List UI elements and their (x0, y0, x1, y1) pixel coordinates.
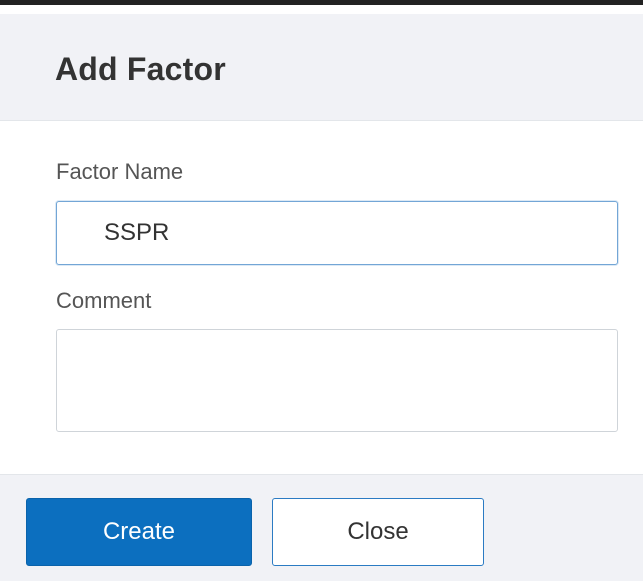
close-button[interactable]: Close (272, 498, 484, 566)
dialog-body: Factor Name Comment (0, 121, 643, 473)
create-button[interactable]: Create (26, 498, 252, 566)
factor-name-label: Factor Name (56, 159, 184, 184)
window-top-edge (0, 0, 643, 5)
comment-textarea[interactable] (56, 329, 618, 432)
factor-name-input[interactable] (56, 201, 618, 265)
comment-label: Comment (56, 288, 152, 313)
dialog-header: Add Factor (0, 14, 643, 121)
dialog-footer: Create Close (0, 474, 643, 581)
add-factor-dialog: Add Factor Factor Name Comment Create Cl… (0, 0, 643, 581)
dialog-title: Add Factor (55, 51, 226, 87)
